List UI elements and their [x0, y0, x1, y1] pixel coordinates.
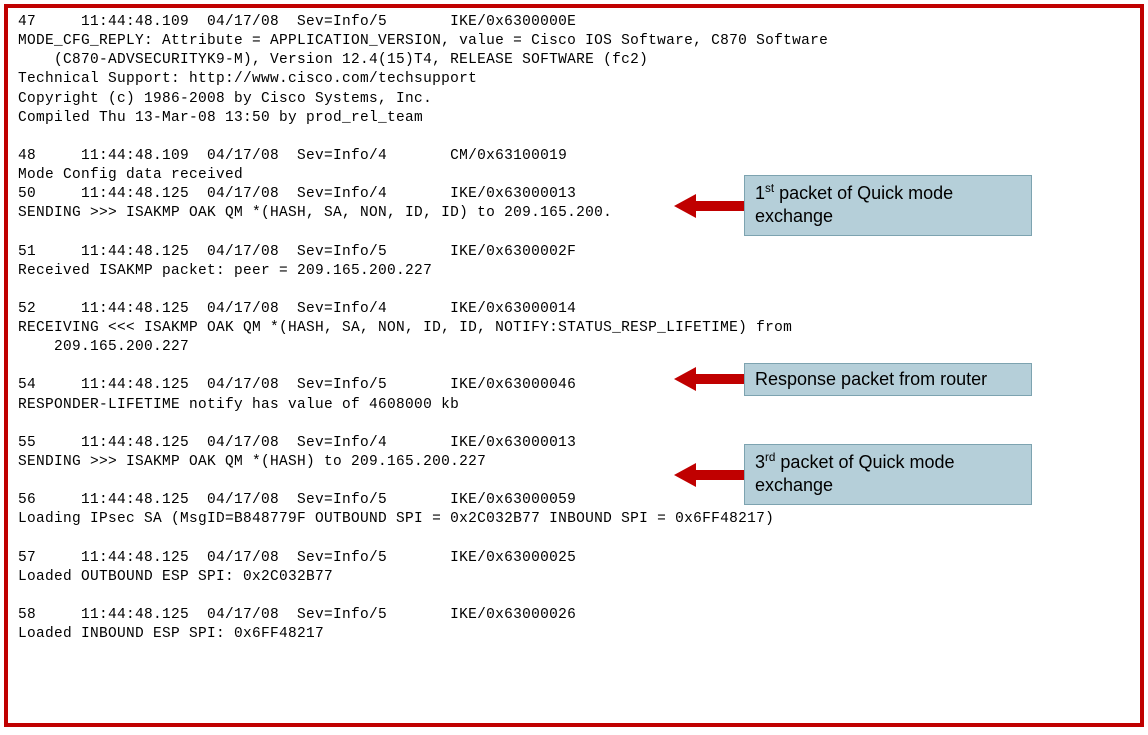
log-line: 50 11:44:48.125 04/17/08 Sev=Info/4 IKE/… [18, 186, 576, 202]
log-text: 47 11:44:48.109 04/17/08 Sev=Info/5 IKE/… [18, 13, 1132, 644]
log-panel: 47 11:44:48.109 04/17/08 Sev=Info/5 IKE/… [4, 4, 1144, 727]
log-line: RESPONDER-LIFETIME notify has value of 4… [18, 397, 459, 413]
log-line: 48 11:44:48.109 04/17/08 Sev=Info/4 CM/0… [18, 148, 567, 164]
log-line: 52 11:44:48.125 04/17/08 Sev=Info/4 IKE/… [18, 301, 576, 317]
log-line: Loading IPsec SA (MsgID=B848779F OUTBOUN… [18, 511, 774, 527]
log-line: MODE_CFG_REPLY: Attribute = APPLICATION_… [18, 33, 828, 49]
log-line: SENDING >>> ISAKMP OAK QM *(HASH, SA, NO… [18, 205, 612, 221]
log-line: Technical Support: http://www.cisco.com/… [18, 71, 477, 87]
log-line: 55 11:44:48.125 04/17/08 Sev=Info/4 IKE/… [18, 435, 576, 451]
log-line: Copyright (c) 1986-2008 by Cisco Systems… [18, 91, 432, 107]
log-line: 51 11:44:48.125 04/17/08 Sev=Info/5 IKE/… [18, 244, 576, 260]
log-line: Loaded INBOUND ESP SPI: 0x6FF48217 [18, 626, 324, 642]
log-line: Compiled Thu 13-Mar-08 13:50 by prod_rel… [18, 110, 423, 126]
log-line: 56 11:44:48.125 04/17/08 Sev=Info/5 IKE/… [18, 492, 576, 508]
log-line: 54 11:44:48.125 04/17/08 Sev=Info/5 IKE/… [18, 377, 576, 393]
log-line: Received ISAKMP packet: peer = 209.165.2… [18, 263, 432, 279]
log-line: 57 11:44:48.125 04/17/08 Sev=Info/5 IKE/… [18, 550, 576, 566]
log-line: RECEIVING <<< ISAKMP OAK QM *(HASH, SA, … [18, 320, 792, 336]
log-line: 58 11:44:48.125 04/17/08 Sev=Info/5 IKE/… [18, 607, 576, 623]
log-line: Mode Config data received [18, 167, 243, 183]
log-line: SENDING >>> ISAKMP OAK QM *(HASH) to 209… [18, 454, 486, 470]
log-line: Loaded OUTBOUND ESP SPI: 0x2C032B77 [18, 569, 333, 585]
log-line: 47 11:44:48.109 04/17/08 Sev=Info/5 IKE/… [18, 14, 576, 30]
log-line: (C870-ADVSECURITYK9-M), Version 12.4(15)… [18, 52, 648, 68]
log-line: 209.165.200.227 [18, 339, 189, 355]
